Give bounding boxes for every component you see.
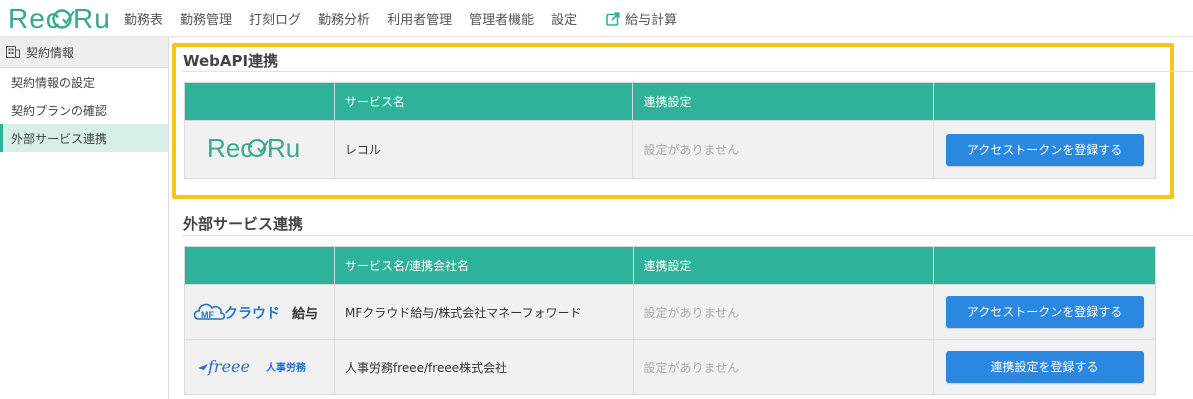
column-header-setting: 連携設定 — [632, 82, 935, 121]
service-logo-cell: freee 人事労務 — [184, 339, 335, 395]
column-header-action — [933, 246, 1156, 285]
svg-text:Rec: Rec — [207, 133, 253, 163]
nav-item-settings[interactable]: 設定 — [551, 9, 577, 28]
table-row: freee 人事労務 人事労務freee/freee株式会社 設定がありません … — [184, 339, 1156, 395]
divider — [183, 235, 1193, 236]
nav-item-admin-functions[interactable]: 管理者機能 — [469, 9, 534, 28]
nav-item-timesheet[interactable]: 勤務表 — [124, 9, 163, 28]
recoru-logo-icon: Rec Ru — [8, 3, 111, 33]
main-content: WebAPI連携 サービス名 連携設定 Rec Ru レコル 設定がありません … — [170, 37, 1193, 399]
action-cell: 連携設定を登録する — [933, 339, 1156, 395]
nav-item-payroll-label: 給与計算 — [625, 13, 678, 28]
svg-text:人事労務: 人事労務 — [266, 361, 307, 374]
recoru-service-logo: Rec Ru — [207, 133, 300, 163]
register-access-token-button[interactable]: アクセストークンを登録する — [945, 296, 1144, 328]
service-name-cell: レコル — [333, 120, 634, 179]
external-services-table: サービス名/連携会社名 連携設定 MF クラウド 給与 MFクラウド給与/株式会… — [184, 246, 1156, 395]
register-integration-settings-button[interactable]: 連携設定を登録する — [945, 351, 1144, 383]
external-link-icon — [606, 11, 620, 26]
svg-text:Ru: Ru — [73, 3, 111, 33]
action-cell: アクセストークンを登録する — [933, 284, 1156, 340]
table-row: Rec Ru レコル 設定がありません アクセストークンを登録する — [184, 120, 1156, 179]
nav-item-attendance-analysis[interactable]: 勤務分析 — [318, 9, 370, 28]
table-header-row: サービス名 連携設定 — [184, 82, 1156, 121]
divider — [183, 71, 1193, 72]
external-section-title: 外部サービス連携 — [183, 215, 304, 233]
webapi-table: サービス名 連携設定 Rec Ru レコル 設定がありません アクセストークンを… — [184, 82, 1156, 179]
svg-text:クラウド: クラウド — [224, 306, 280, 322]
column-header-service: サービス名 — [333, 82, 634, 121]
service-logo-cell: Rec Ru — [184, 120, 335, 179]
svg-text:freee: freee — [207, 357, 250, 376]
freee-hr-logo: freee 人事労務 — [198, 357, 307, 376]
sidebar-item-plan-confirmation[interactable]: 契約プランの確認 — [0, 96, 168, 124]
column-header-logo — [184, 82, 335, 121]
setting-status-cell: 設定がありません — [632, 339, 935, 395]
sidebar-header-label: 契約情報 — [26, 45, 75, 60]
svg-text:給与: 給与 — [292, 306, 318, 322]
svg-text:Ru: Ru — [267, 133, 300, 163]
svg-text:MF: MF — [201, 310, 214, 320]
service-logo-cell: MF クラウド 給与 — [184, 284, 335, 340]
sidebar-item-contract-settings[interactable]: 契約情報の設定 — [0, 68, 168, 96]
nav-item-punch-log[interactable]: 打刻ログ — [249, 9, 301, 28]
webapi-section-title: WebAPI連携 — [183, 52, 279, 70]
table-row: MF クラウド 給与 MFクラウド給与/株式会社マネーフォワード 設定がありませ… — [184, 284, 1156, 340]
sidebar-item-external-services[interactable]: 外部サービス連携 — [0, 124, 168, 152]
main-menu: 勤務表 勤務管理 打刻ログ 勤務分析 利用者管理 管理者機能 設定 給与計算 — [124, 0, 694, 37]
mf-cloud-payroll-logo: MF クラウド 給与 — [194, 303, 319, 322]
setting-status-cell: 設定がありません — [632, 120, 935, 179]
setting-status-cell: 設定がありません — [632, 284, 935, 340]
column-header-service-company: サービス名/連携会社名 — [333, 246, 634, 285]
column-header-action — [933, 82, 1156, 121]
nav-item-attendance-management[interactable]: 勤務管理 — [180, 9, 232, 28]
nav-item-user-management[interactable]: 利用者管理 — [387, 9, 452, 28]
column-header-logo — [184, 246, 335, 285]
table-header-row: サービス名/連携会社名 連携設定 — [184, 246, 1156, 285]
service-name-cell: 人事労務freee/freee株式会社 — [333, 339, 634, 395]
sidebar-header: 契約情報 — [0, 37, 168, 68]
top-nav: Rec Ru 勤務表 勤務管理 打刻ログ 勤務分析 利用者管理 管理者機能 設定… — [0, 0, 1193, 37]
sidebar: 契約情報 契約情報の設定 契約プランの確認 外部サービス連携 — [0, 37, 169, 399]
building-icon — [6, 46, 20, 58]
app-logo[interactable]: Rec Ru — [8, 3, 126, 33]
service-name-cell: MFクラウド給与/株式会社マネーフォワード — [333, 284, 634, 340]
register-access-token-button[interactable]: アクセストークンを登録する — [945, 133, 1144, 166]
action-cell: アクセストークンを登録する — [933, 120, 1156, 179]
nav-item-payroll[interactable]: 給与計算 — [606, 9, 677, 28]
column-header-setting: 連携設定 — [632, 246, 935, 285]
